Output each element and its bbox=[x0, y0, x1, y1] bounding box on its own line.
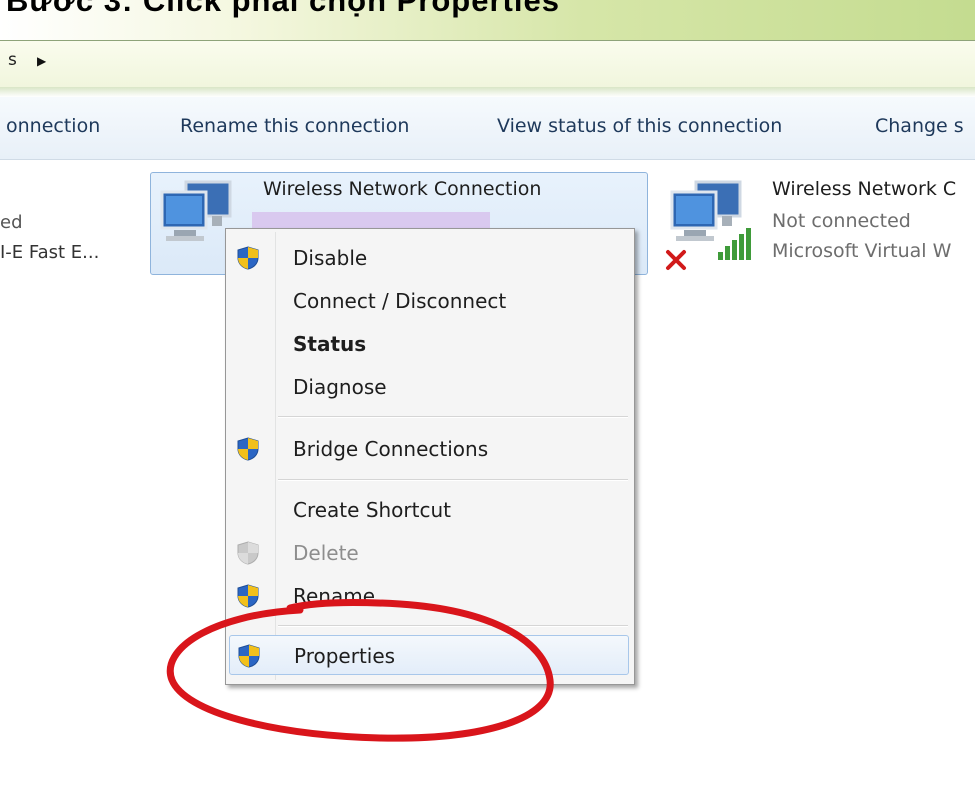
menu-separator bbox=[278, 625, 628, 627]
address-bar-divider bbox=[0, 87, 975, 97]
menu-item-properties[interactable]: Properties bbox=[229, 635, 629, 675]
tutorial-header-band: Bước 3: Click phải chọn Properties bbox=[0, 0, 975, 40]
shield-icon bbox=[237, 541, 259, 565]
menu-separator bbox=[278, 416, 628, 418]
rename-connection-button[interactable]: Rename this connection bbox=[180, 115, 409, 137]
menu-item-bridge-connections[interactable]: Bridge Connections bbox=[229, 429, 629, 467]
menu-item-label: Bridge Connections bbox=[293, 437, 489, 461]
tile-title: Wireless Network C bbox=[772, 178, 957, 200]
menu-item-connect-disconnect[interactable]: Connect / Disconnect bbox=[229, 281, 629, 319]
toolbar-connection-button[interactable]: onnection bbox=[6, 115, 100, 137]
menu-separator bbox=[278, 479, 628, 481]
shield-icon bbox=[237, 437, 259, 461]
menu-item-rename[interactable]: Rename bbox=[229, 576, 629, 614]
menu-item-label: Status bbox=[293, 332, 367, 356]
menu-item-diagnose[interactable]: Diagnose bbox=[229, 367, 629, 405]
tile-adapter: Microsoft Virtual W bbox=[772, 240, 952, 262]
menu-item-label: Disable bbox=[293, 246, 368, 270]
signal-strength-icon bbox=[718, 228, 751, 260]
menu-item-create-shortcut[interactable]: Create Shortcut bbox=[229, 490, 629, 528]
address-bar[interactable]: s ▶ bbox=[0, 40, 975, 88]
x-icon bbox=[666, 250, 686, 270]
tile-selection-highlight bbox=[252, 212, 490, 228]
menu-item-status[interactable]: Status bbox=[229, 324, 629, 362]
breadcrumb-chevron-icon[interactable]: ▶ bbox=[37, 54, 46, 68]
shield-icon bbox=[237, 584, 259, 608]
menu-item-label: Delete bbox=[293, 541, 359, 565]
context-menu: Disable Connect / Disconnect Status Diag… bbox=[225, 228, 635, 685]
tile-adapter: I-E Fast E... bbox=[0, 242, 100, 263]
command-toolbar: onnection Rename this connection View st… bbox=[0, 97, 975, 160]
tile-status: ed bbox=[0, 212, 23, 233]
breadcrumb[interactable]: s bbox=[8, 50, 17, 70]
menu-item-label: Diagnose bbox=[293, 375, 387, 399]
tile-status: Not connected bbox=[772, 210, 911, 232]
shield-icon bbox=[238, 644, 260, 668]
change-settings-button[interactable]: Change s bbox=[875, 115, 964, 137]
menu-item-delete[interactable]: Delete bbox=[229, 533, 629, 571]
menu-item-label: Properties bbox=[294, 644, 396, 668]
tile-title: Wireless Network Connection bbox=[263, 178, 542, 200]
menu-item-label: Create Shortcut bbox=[293, 498, 451, 522]
shield-icon bbox=[237, 246, 259, 270]
menu-item-disable[interactable]: Disable bbox=[229, 238, 629, 276]
menu-item-label: Connect / Disconnect bbox=[293, 289, 507, 313]
view-status-button[interactable]: View status of this connection bbox=[497, 115, 782, 137]
menu-item-label: Rename bbox=[293, 584, 376, 608]
tutorial-heading: Bước 3: Click phải chọn Properties bbox=[6, 0, 560, 18]
